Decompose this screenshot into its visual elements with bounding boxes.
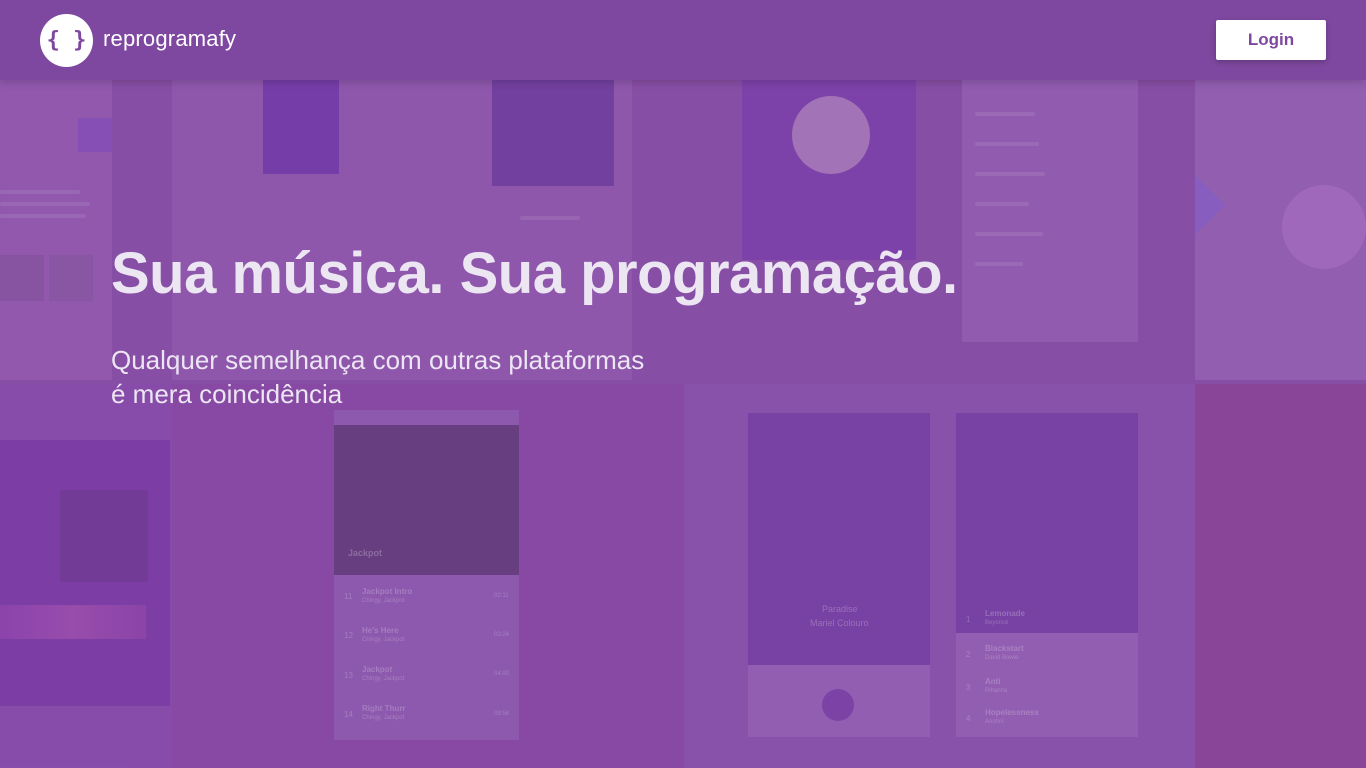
hero-subtitle-line-1: Qualquer semelhança com outras plataform… xyxy=(111,345,645,375)
login-button[interactable]: Login xyxy=(1216,20,1326,60)
brand-name[interactable]: reprogramafy xyxy=(103,26,236,52)
hero-subtitle-line-2: é mera coincidência xyxy=(111,379,343,409)
hero-subtitle: Qualquer semelhança com outras plataform… xyxy=(111,343,644,411)
hero-title: Sua música. Sua programação. xyxy=(111,241,958,306)
top-navbar: { } reprogramafy Login xyxy=(0,0,1366,80)
braces-logo-icon[interactable]: { } xyxy=(40,14,93,67)
